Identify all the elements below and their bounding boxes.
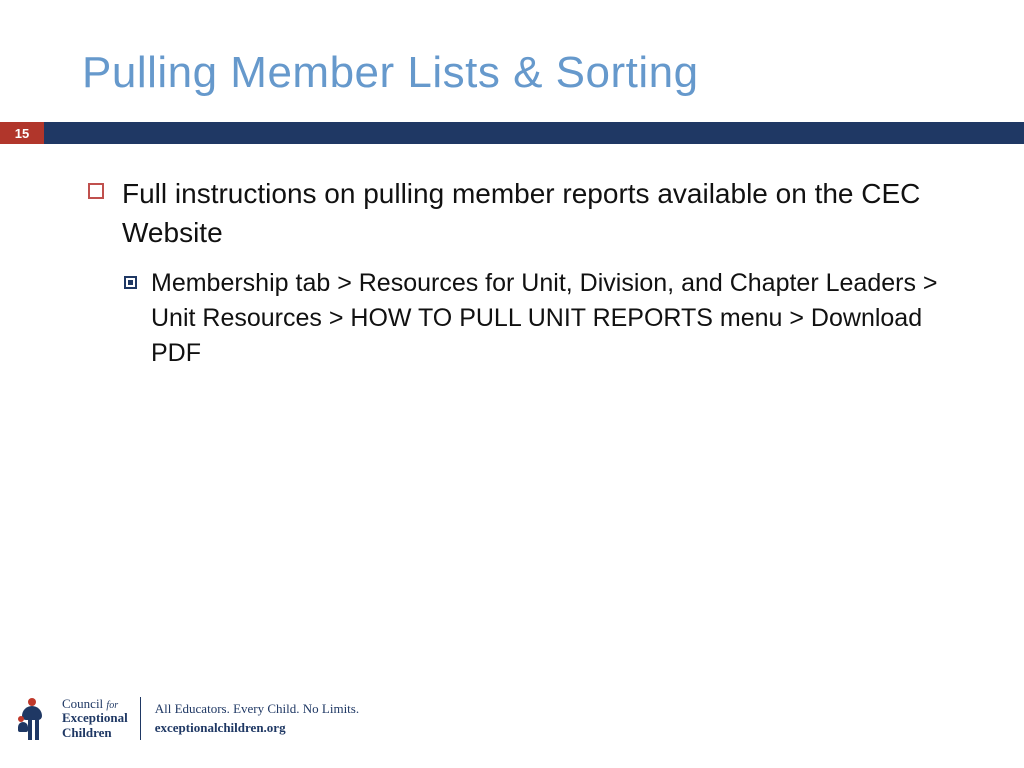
org-name: Council for Exceptional Children (62, 697, 141, 740)
bullet-text: Full instructions on pulling member repo… (122, 174, 964, 252)
header-bar (44, 122, 1024, 144)
content-area: Full instructions on pulling member repo… (0, 144, 1024, 371)
bullet-text: Membership tab > Resources for Unit, Div… (151, 266, 964, 371)
header-band: 15 (0, 122, 1024, 144)
bullet-level1: Full instructions on pulling member repo… (88, 174, 964, 252)
page-number: 15 (0, 122, 44, 144)
footer: Council for Exceptional Children All Edu… (18, 697, 359, 740)
bullet-icon (124, 276, 137, 289)
tagline: All Educators. Every Child. No Limits. e… (155, 700, 359, 736)
slide-title: Pulling Member Lists & Sorting (0, 0, 1024, 122)
cec-logo-icon (18, 698, 48, 740)
bullet-level2: Membership tab > Resources for Unit, Div… (124, 266, 964, 371)
bullet-icon (88, 183, 104, 199)
